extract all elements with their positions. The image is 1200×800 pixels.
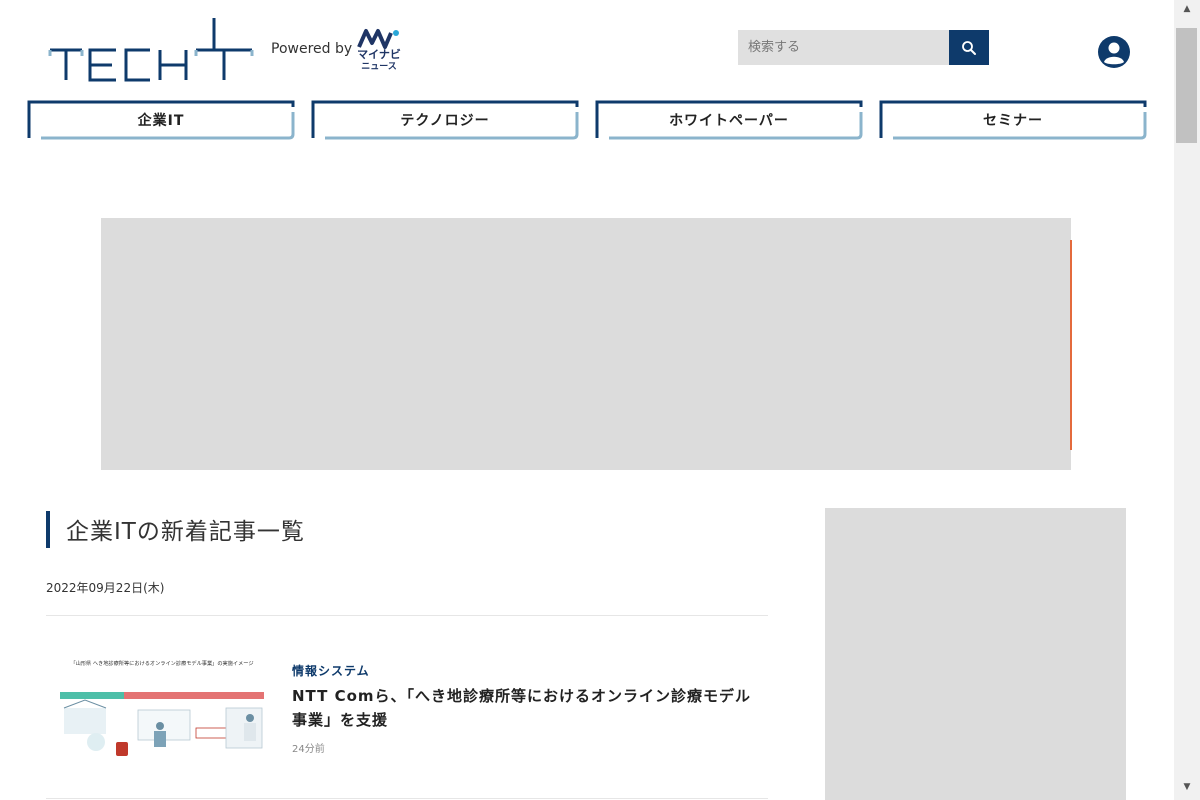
sidebar-ad[interactable] <box>825 508 1126 800</box>
user-icon <box>1098 36 1130 68</box>
site-logo[interactable] <box>46 16 256 86</box>
scroll-down-arrow-icon[interactable]: ▼ <box>1174 778 1200 796</box>
nav-tab-label: ホワイトペーパー <box>669 113 789 129</box>
thumbnail-caption: 「山形県 へき地診療所等におけるオンライン診療モデル事業」の実施イメージ <box>70 659 253 667</box>
section-title: 企業ITの新着記事一覧 <box>66 519 305 545</box>
mynavi-logo-subtext: ニュース <box>361 62 397 72</box>
section-title-accent <box>46 511 50 548</box>
divider <box>46 798 768 799</box>
nav-tab-technology[interactable]: テクノロジー <box>311 100 579 140</box>
scroll-up-arrow-icon[interactable]: ▲ <box>1174 0 1200 18</box>
nav-tab-label: テクノロジー <box>400 113 490 129</box>
article-thumbnail[interactable]: 「山形県 へき地診療所等におけるオンライン診療モデル事業」の実施イメージ <box>56 656 268 760</box>
scrollbar-thumb[interactable] <box>1176 28 1197 143</box>
mynavi-logo-text: マイナビ <box>357 48 401 61</box>
nav-tab-label: 企業IT <box>137 113 185 129</box>
tech-plus-logo-icon <box>48 18 254 82</box>
powered-by-label: Powered by <box>271 41 353 57</box>
search-icon <box>962 40 976 55</box>
mynavi-news-logo[interactable]: マイナビ ニュース <box>356 27 402 77</box>
ad-banner[interactable] <box>101 218 1071 470</box>
nav-tab-seminar[interactable]: セミナー <box>879 100 1147 140</box>
user-account-button[interactable] <box>1097 35 1131 69</box>
article-timestamp: 24分前 <box>292 744 325 755</box>
divider <box>46 615 768 616</box>
article-list-item[interactable]: 「山形県 へき地診療所等におけるオンライン診療モデル事業」の実施イメージ 情報シ… <box>46 640 768 770</box>
nav-tab-whitepaper[interactable]: ホワイトペーパー <box>595 100 863 140</box>
article-category[interactable]: 情報システム <box>292 662 370 679</box>
nav-tab-enterprise-it[interactable]: 企業IT <box>27 100 295 140</box>
ad-banner-edge <box>1070 240 1072 450</box>
search-button[interactable] <box>949 30 989 65</box>
date-heading: 2022年09月22日(木) <box>46 581 165 595</box>
nav-tab-label: セミナー <box>983 113 1043 129</box>
search-input[interactable] <box>738 30 949 65</box>
online-clinic-diagram-icon: 「山形県 へき地診療所等におけるオンライン診療モデル事業」の実施イメージ <box>56 656 268 760</box>
article-title[interactable]: NTT Comら、「へき地診療所等におけるオンライン診療モデル事業」を支援 <box>292 684 762 732</box>
